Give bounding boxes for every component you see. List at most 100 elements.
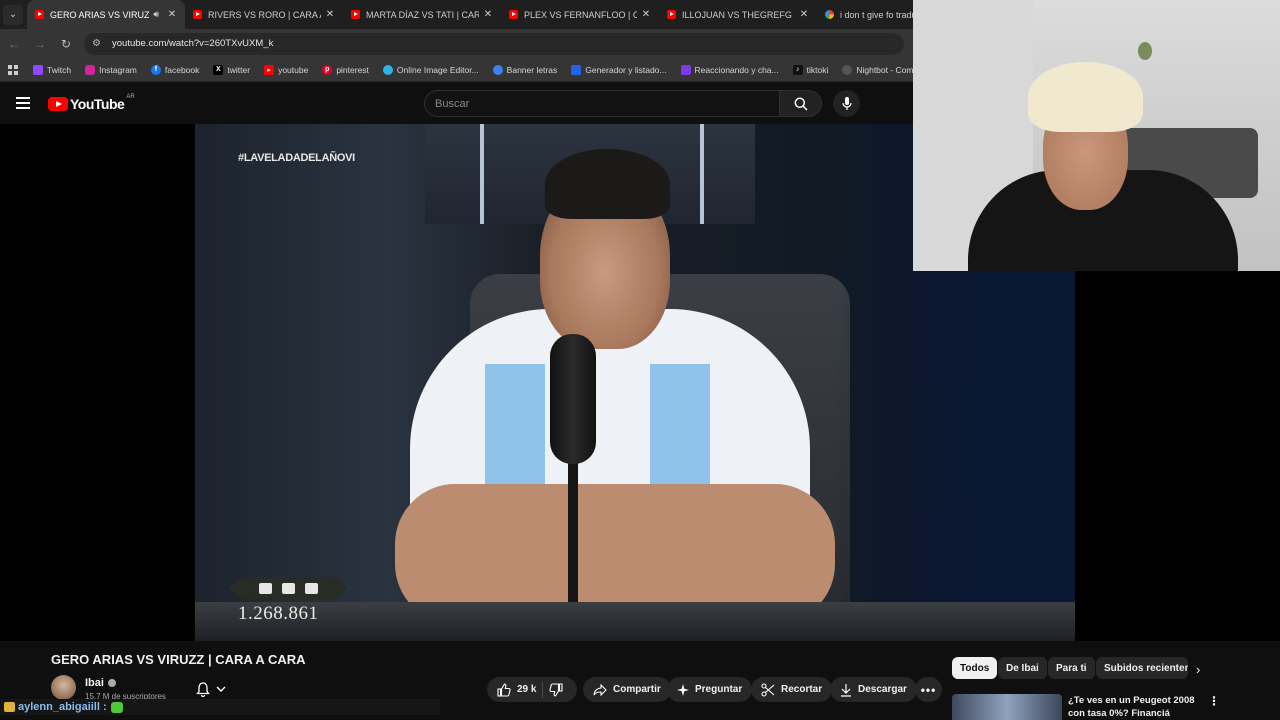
streamer-hair [1028, 62, 1143, 132]
screen: ⌄ GERO ARIAS VS VIRUZZ | CA 🔊︎ ✕ RIVERS … [0, 0, 1280, 720]
bookmark-tiktoki[interactable]: ♪ tiktoki [786, 64, 836, 75]
bookmark-pinterest[interactable]: p pinterest [315, 64, 376, 75]
chip-recently-uploaded[interactable]: Subidos recientem [1096, 657, 1188, 679]
sparkle-icon [677, 683, 689, 696]
logo-text: YouTube [70, 96, 125, 112]
reaction-icon [680, 64, 691, 75]
chip-from-channel[interactable]: De Ibai [998, 657, 1047, 679]
bookmark-generador[interactable]: Generador y listado... [564, 64, 673, 75]
youtube-favicon-icon [509, 10, 518, 19]
browser-tab[interactable]: ILLOJUAN VS THEGREFG | CARA ✕ [659, 0, 817, 29]
tab-title: PLEX VS FERNANFLOO | CARA A [524, 9, 637, 20]
speaker-icon[interactable]: 🔊︎ [153, 9, 159, 20]
apps-grid-icon[interactable] [0, 58, 26, 81]
image-editor-icon [382, 64, 393, 75]
bookmark-twitch[interactable]: Twitch [26, 64, 78, 75]
desk [195, 602, 1075, 641]
voice-search-button[interactable] [833, 90, 860, 117]
bookmark-label: facebook [164, 64, 200, 75]
ask-label: Preguntar [695, 684, 743, 695]
google-favicon-icon [825, 10, 834, 19]
social-icons-banner [229, 577, 347, 599]
channel-name[interactable]: Ibai [85, 677, 116, 689]
download-button[interactable]: Descargar [830, 677, 917, 702]
tab-title: MARTA DÍAZ VS TATI | CARA A [366, 9, 479, 20]
bookmark-label: youtube [278, 64, 309, 75]
share-button[interactable]: Compartir [583, 677, 671, 702]
bookmark-banner-letras[interactable]: Banner letras [486, 64, 565, 75]
browser-tab[interactable]: PLEX VS FERNANFLOO | CARA A ✕ [501, 0, 659, 29]
bookmark-label: Twitch [47, 64, 72, 75]
reload-icon[interactable]: ↻ [54, 32, 78, 56]
video-hashtag: #LAVELADADELAÑOVI [238, 152, 355, 164]
close-tab-icon[interactable]: ✕ [167, 9, 177, 20]
bookmark-facebook[interactable]: f facebook [144, 64, 207, 75]
tab-title: ILLOJUAN VS THEGREFG | CARA [682, 9, 795, 20]
close-tab-icon[interactable]: ✕ [641, 9, 651, 20]
browser-tab[interactable]: MARTA DÍAZ VS TATI | CARA A ✕ [343, 0, 501, 29]
close-tab-icon[interactable]: ✕ [325, 9, 335, 20]
person-hair [545, 149, 670, 219]
bookmark-label: twitter [227, 64, 251, 75]
address-bar[interactable]: ⚙︎ youtube.com/watch?v=260TXvUXM_k [84, 32, 904, 55]
recommendation-title[interactable]: ¿Te ves en un Peugeot 2008 con tasa 0%? … [1068, 694, 1203, 720]
back-icon[interactable]: ← [2, 32, 26, 56]
more-actions-button[interactable]: ••• [915, 677, 942, 702]
like-count[interactable]: 29 k [517, 684, 536, 695]
plant [1138, 42, 1152, 60]
recommendation-thumbnail[interactable] [952, 694, 1062, 720]
clip-label: Recortar [781, 684, 823, 695]
chip-all[interactable]: Todos [952, 657, 998, 679]
youtube-icon: ▸ [264, 64, 275, 75]
tab-search-button[interactable]: ⌄ [3, 4, 23, 25]
bookmark-label: Online Image Editor... [396, 64, 479, 75]
bookmark-instagram[interactable]: Instagram [78, 64, 144, 75]
chat-username: aylenn_abigaiill : [18, 701, 107, 713]
youtube-logo[interactable]: YouTube AR [48, 94, 135, 112]
close-tab-icon[interactable]: ✕ [483, 9, 493, 20]
bookmark-label: pinterest [336, 64, 369, 75]
viewer-counter: 1.268.861 [238, 603, 319, 624]
chevron-down-icon [216, 686, 226, 692]
channel-avatar[interactable] [51, 675, 76, 700]
more-vertical-icon[interactable]: ⋮ [1208, 694, 1220, 708]
instagram-icon [85, 64, 96, 75]
thumbs-up-icon[interactable] [497, 682, 511, 697]
close-tab-icon[interactable]: ✕ [799, 9, 809, 20]
bell-icon [196, 681, 210, 697]
site-info-icon[interactable]: ⚙︎ [92, 38, 104, 50]
bookmark-twitter[interactable]: Xtwitter [206, 64, 257, 75]
browser-tab[interactable]: GERO ARIAS VS VIRUZZ | CA 🔊︎ ✕ [27, 0, 185, 29]
bookmark-youtube[interactable]: ▸ youtube [257, 64, 315, 75]
x-icon: X [213, 64, 224, 75]
menu-icon[interactable] [16, 97, 30, 109]
search-input[interactable]: Buscar [424, 90, 780, 117]
chip-for-you[interactable]: Para ti [1048, 657, 1095, 679]
forward-icon[interactable]: → [28, 32, 52, 56]
chevron-right-icon[interactable]: › [1196, 662, 1200, 677]
download-icon [841, 683, 851, 697]
generator-icon [571, 64, 582, 75]
like-dislike-group: 29 k [487, 677, 577, 702]
search-button[interactable] [780, 90, 822, 117]
ask-button[interactable]: Preguntar [667, 677, 753, 702]
divider [542, 681, 544, 698]
stream-chat-message: aylenn_abigaiill : [0, 699, 440, 715]
thumbs-down-icon[interactable] [549, 682, 564, 697]
more-horizontal-icon: ••• [920, 682, 937, 697]
browser-tab-strip: ⌄ GERO ARIAS VS VIRUZZ | CA 🔊︎ ✕ RIVERS … [0, 0, 913, 29]
bookmark-label: Banner letras [506, 64, 558, 75]
tiktok-icon [258, 582, 272, 594]
bookmark-nightbot[interactable]: Nightbot - Comma... [835, 64, 913, 75]
browser-tab[interactable]: RIVERS VS RORO | CARA A CAR ✕ [185, 0, 343, 29]
youtube-icon [281, 582, 295, 594]
bookmark-image-editor[interactable]: Online Image Editor... [376, 64, 486, 75]
youtube-favicon-icon [351, 10, 360, 19]
search-bar: Buscar [424, 90, 822, 117]
browser-tab[interactable]: i don t give fo tradu [817, 0, 913, 29]
bookmark-reaccionando[interactable]: Reaccionando y cha... [674, 64, 786, 75]
clip-button[interactable]: Recortar [751, 677, 833, 702]
notification-button[interactable] [187, 677, 235, 701]
banner-icon [492, 64, 503, 75]
youtube-favicon-icon [193, 10, 202, 19]
